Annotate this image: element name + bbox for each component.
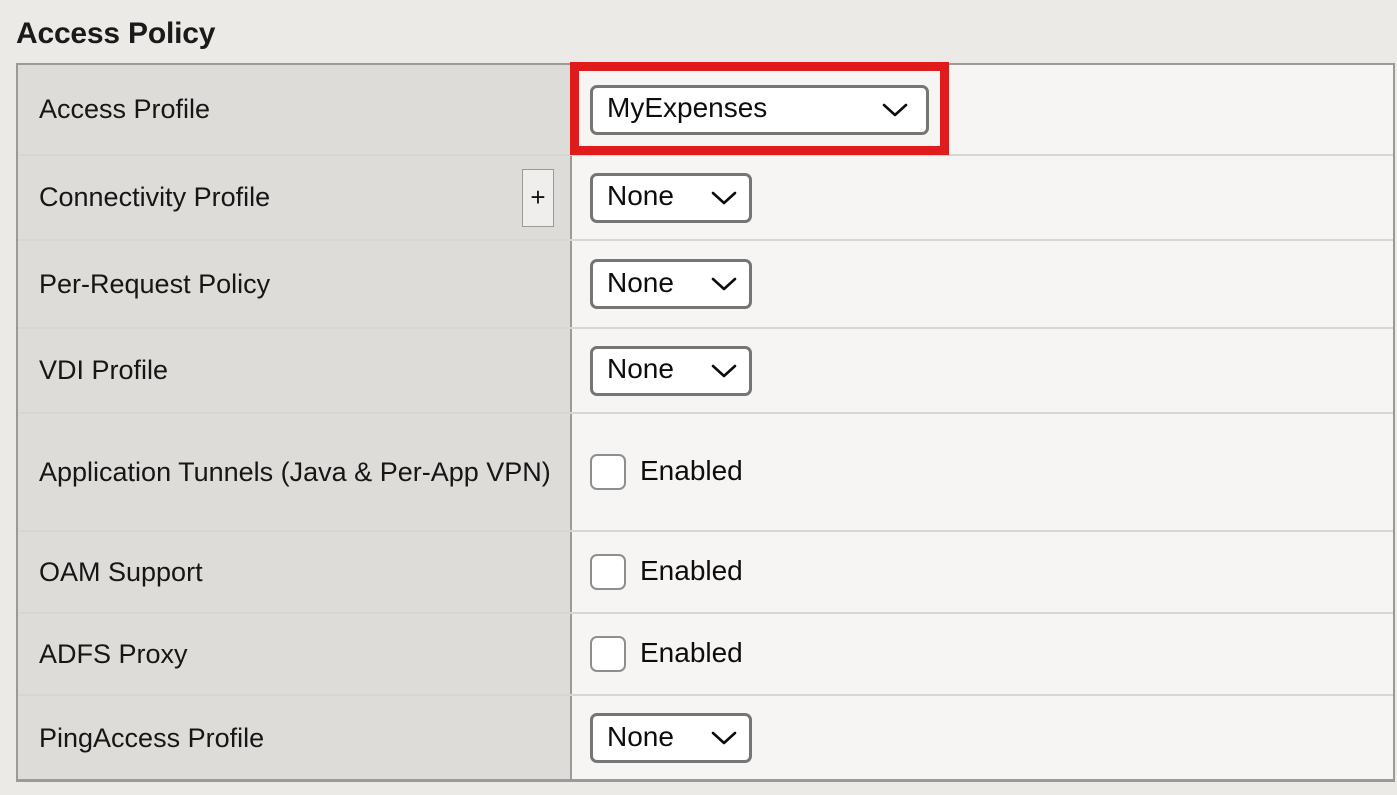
chevron-down-icon xyxy=(882,102,908,118)
checkbox-box[interactable] xyxy=(590,554,626,590)
row-label: Connectivity Profile xyxy=(39,182,271,213)
row-label-cell: ADFS Proxy xyxy=(18,614,572,694)
access-profile-select[interactable]: MyExpenses xyxy=(590,84,929,135)
chevron-down-icon xyxy=(711,276,737,292)
row-label-cell: Application Tunnels (Java & Per-App VPN) xyxy=(18,414,572,530)
table-row: OAM Support Enabled xyxy=(18,532,1393,614)
row-label: ADFS Proxy xyxy=(39,638,188,669)
row-label: Per-Request Policy xyxy=(39,268,271,299)
page-title: Access Policy xyxy=(16,17,216,50)
row-value-cell: None xyxy=(572,696,1393,779)
connectivity-profile-select-value: None xyxy=(607,180,674,211)
row-label-cell: OAM Support xyxy=(18,532,572,612)
row-value-cell: None xyxy=(572,156,1393,239)
vdi-profile-select-value: None xyxy=(607,353,674,384)
row-label-cell: PingAccess Profile xyxy=(18,696,572,779)
per-request-policy-select-value: None xyxy=(607,266,674,298)
pingaccess-profile-select-value: None xyxy=(607,720,674,752)
row-value-cell: MyExpenses xyxy=(572,65,1393,154)
row-value-cell: Enabled xyxy=(572,532,1393,612)
chevron-down-icon xyxy=(711,363,737,379)
checkbox-label: Enabled xyxy=(640,455,743,486)
row-value-cell: Enabled xyxy=(572,614,1393,694)
row-label-cell: Per-Request Policy xyxy=(18,241,572,327)
per-request-policy-select[interactable]: None xyxy=(590,259,752,309)
row-label: OAM Support xyxy=(39,556,203,587)
chevron-down-icon xyxy=(711,730,737,746)
connectivity-profile-select[interactable]: None xyxy=(590,172,752,223)
row-label-cell: Connectivity Profile + xyxy=(18,156,572,239)
application-tunnels-checkbox[interactable]: Enabled xyxy=(590,454,743,490)
row-value-cell: None xyxy=(572,241,1393,327)
row-label: Application Tunnels (Java & Per-App VPN) xyxy=(39,456,551,487)
row-label: VDI Profile xyxy=(39,355,169,386)
chevron-down-icon xyxy=(711,190,737,206)
adfs-proxy-checkbox[interactable]: Enabled xyxy=(590,636,743,672)
row-label-cell: VDI Profile xyxy=(18,329,572,412)
checkbox-label: Enabled xyxy=(640,637,743,668)
table-row: Application Tunnels (Java & Per-App VPN)… xyxy=(18,414,1393,532)
checkbox-box[interactable] xyxy=(590,636,626,672)
checkbox-label: Enabled xyxy=(640,555,743,586)
row-label: PingAccess Profile xyxy=(39,722,265,753)
row-label-cell: Access Profile xyxy=(18,65,572,154)
table-row: Per-Request Policy None xyxy=(18,241,1393,329)
oam-support-checkbox[interactable]: Enabled xyxy=(590,554,743,590)
table-row: Access Profile MyExpenses xyxy=(18,65,1393,156)
access-profile-select-value: MyExpenses xyxy=(607,92,768,123)
vdi-profile-select[interactable]: None xyxy=(590,345,752,396)
table-row: PingAccess Profile None xyxy=(18,696,1393,779)
pingaccess-profile-select[interactable]: None xyxy=(590,713,752,763)
table-row: VDI Profile None xyxy=(18,329,1393,414)
add-connectivity-profile-button[interactable]: + xyxy=(522,168,554,227)
table-row: Connectivity Profile + None xyxy=(18,156,1393,241)
table-row: ADFS Proxy Enabled xyxy=(18,614,1393,696)
checkbox-box[interactable] xyxy=(590,454,626,490)
row-value-cell: None xyxy=(572,329,1393,412)
row-value-cell: Enabled xyxy=(572,414,1393,530)
row-label: Access Profile xyxy=(39,94,211,125)
access-policy-table: Access Profile MyExpenses Connectivity P… xyxy=(16,63,1395,782)
